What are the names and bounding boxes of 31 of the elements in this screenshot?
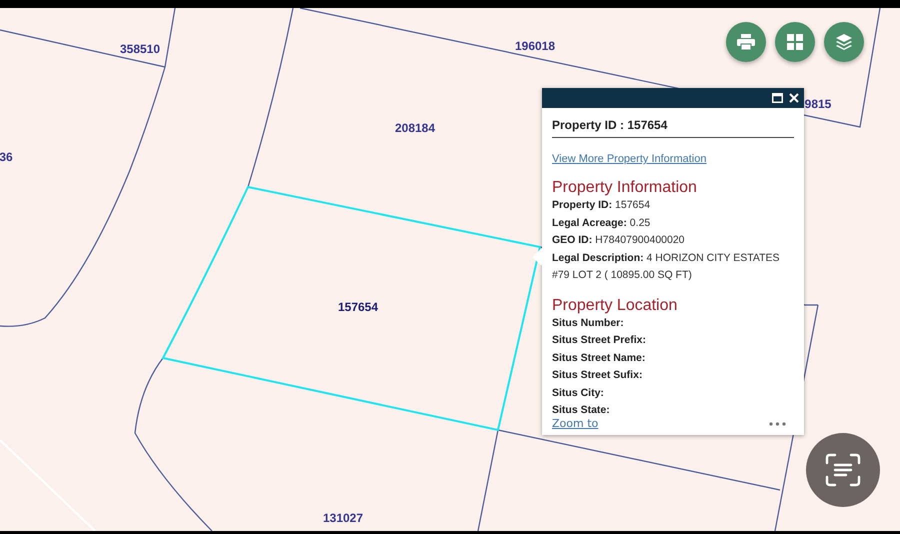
scan-text-icon [825,453,861,487]
property-field: Situs Number: [552,314,794,332]
view-more-link[interactable]: View More Property Information [552,153,706,165]
parcel-number: 208184 [394,121,436,135]
grid-icon [787,34,803,50]
property-field: Situs State: [552,402,794,416]
zoom-to-link[interactable]: Zoom to [552,417,598,430]
parcel-number: 358510 [120,42,160,56]
parcel-number: 157654 [338,300,378,314]
maximize-button[interactable] [771,92,784,104]
more-options-icon[interactable] [769,422,786,426]
popup-title: Property ID : 157654 [552,118,794,138]
property-field: Situs Street Prefix: [552,332,794,350]
parcel-number: 36 [0,150,13,164]
property-field: Property ID: 157654 [552,197,794,214]
printer-icon [737,34,755,50]
maximize-icon [772,93,783,103]
property-field: Situs Street Sufix: [552,367,794,384]
property-field: Situs City: [552,384,794,402]
property-field: Legal Description: 4 HORIZON CITY ESTATES #79 LOT 2 ( 10895.00 SQ FT) [552,250,794,284]
close-button[interactable] [788,92,800,104]
property-field: GEO ID: H78407900400020 [552,232,794,250]
parcel-number: 131027 [322,511,364,525]
property-field: Legal Acreage: 0.25 [552,214,794,232]
section-heading: Property Location [552,296,678,314]
layers-icon [836,34,852,50]
close-icon [789,93,799,103]
parcel-number: 196018 [514,39,556,53]
section-heading: Property Information [552,179,698,197]
parcel-number: 9815 [804,97,832,111]
property-field: Situs Street Name: [552,350,794,367]
